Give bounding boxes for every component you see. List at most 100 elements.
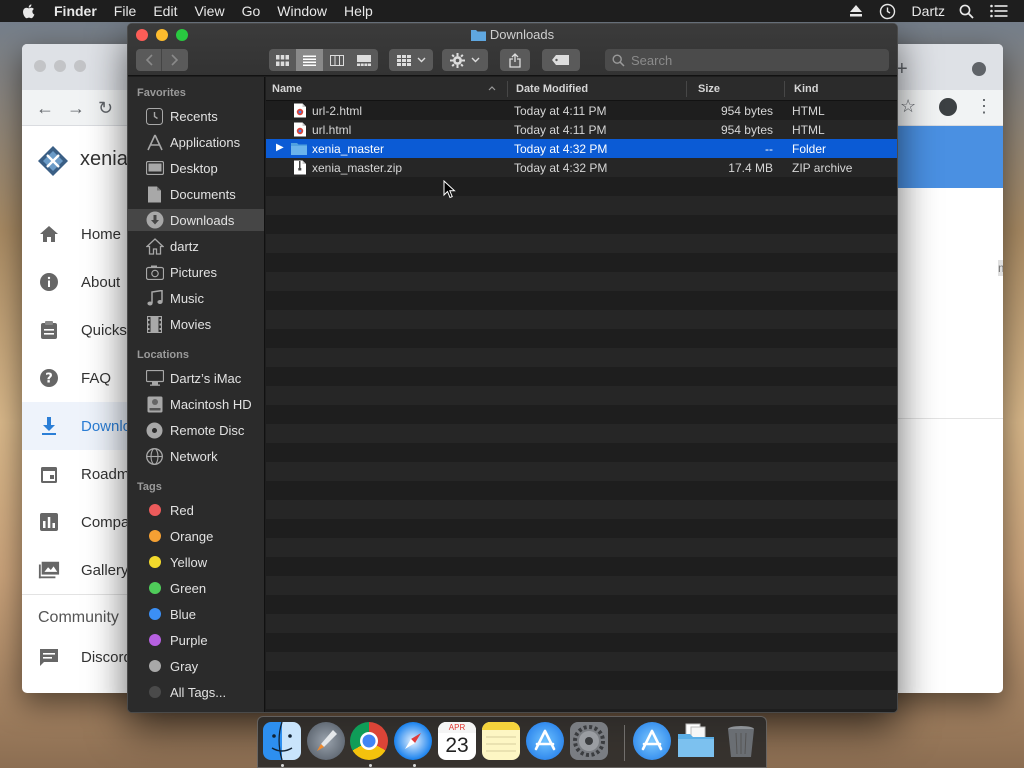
finder-icon[interactable] [263,722,301,760]
sidebar-item-remote-disc[interactable]: Remote Disc [128,419,264,441]
list-view-button[interactable] [296,49,323,71]
calendar-month: APR [438,722,476,733]
file-row[interactable]: url-2.html Today at 4:11 PM 954 bytes HTML [266,101,897,120]
sidebar-item-applications[interactable]: Applications [128,131,264,153]
share-button[interactable] [500,49,530,71]
menu-go[interactable]: Go [242,3,261,19]
back-button[interactable] [136,49,162,71]
sidebar-item-movies[interactable]: Movies [128,313,264,335]
group-icon [396,54,411,66]
file-date-modified: Today at 4:11 PM [514,104,607,118]
menu-app-name[interactable]: Finder [54,3,97,19]
group-by-button[interactable] [389,49,433,71]
disclosure-triangle-icon[interactable]: ▶ [276,142,284,153]
empty-row [266,500,897,519]
sidebar-tag-purple[interactable]: Purple [128,629,264,651]
sidebar-tag-orange[interactable]: Orange [128,525,264,547]
column-divider[interactable] [686,81,687,97]
sidebar-item-documents[interactable]: Documents [128,183,264,205]
menu-edit[interactable]: Edit [153,3,177,19]
file-row[interactable]: xenia_master.zip Today at 4:32 PM 17.4 MB Z… [266,158,897,177]
column-view-button[interactable] [323,49,350,71]
running-indicator [413,764,416,767]
downloads-folder-icon[interactable] [677,722,715,760]
gallery-view-button[interactable] [350,49,378,71]
sidebar-item-music[interactable]: Music [128,287,264,309]
empty-row [266,424,897,443]
column-divider[interactable] [784,81,785,97]
menu-user-name[interactable]: Dartz [912,3,945,19]
apple-icon[interactable] [20,2,38,20]
tag-color-dot-icon [145,683,164,702]
system-preferences-icon[interactable] [570,722,608,760]
calendar-icon[interactable]: APR 23 [438,722,476,760]
notification-center-icon[interactable] [990,4,1008,18]
sidebar-item-label: Red [170,502,194,518]
column-kind-header[interactable]: Kind [794,83,818,95]
menu-view[interactable]: View [194,3,224,19]
launchpad-icon[interactable] [307,722,345,760]
sidebar-item-label: Orange [170,528,214,544]
sidebar-item-downloads[interactable]: Downloads [128,209,264,231]
column-size-header[interactable]: Size [698,83,720,95]
sidebar-item-pictures[interactable]: Pictures [128,261,264,283]
safari-icon[interactable] [394,722,432,760]
empty-row [266,614,897,633]
sidebar-item-label: Purple [170,632,208,648]
forward-button[interactable] [162,49,188,71]
browser-profile-menu-icon[interactable] [972,62,986,76]
sidebar-item-imac[interactable]: Dartz’s iMac [128,367,264,389]
sidebar-item-recents[interactable]: Recents [128,105,264,127]
dock: APR 23 [257,716,767,768]
icon-view-button[interactable] [269,49,296,71]
sidebar-item-network[interactable]: Network [128,445,264,467]
desktop-icon [145,159,164,178]
disc-icon [145,421,164,440]
profile-avatar-icon[interactable] [939,98,957,116]
site-nav-label: Discord [81,648,132,666]
column-date-header[interactable]: Date Modified [516,83,588,95]
site-name[interactable]: xenia [80,148,128,171]
app-store-icon[interactable] [526,722,564,760]
search-field[interactable]: Search [605,49,889,71]
menu-help[interactable]: Help [344,3,373,19]
back-icon[interactable]: ← [36,98,54,119]
sidebar-item-desktop[interactable]: Desktop [128,157,264,179]
file-row[interactable]: url.html Today at 4:11 PM 954 bytes HTML [266,120,897,139]
browser-menu-icon[interactable]: ⋮ [975,96,993,117]
browser-close-button[interactable] [34,60,46,72]
sort-ascending-icon[interactable] [488,86,496,91]
edit-tags-button[interactable] [542,49,580,71]
sidebar-item-home[interactable]: dartz [128,235,264,257]
column-name-header[interactable]: Name [272,83,302,95]
trash-icon[interactable] [722,722,760,760]
notes-icon[interactable] [482,722,520,760]
bookmark-star-icon[interactable]: ☆ [900,96,916,117]
chevron-down-icon [417,57,425,63]
forward-icon[interactable]: → [67,98,85,119]
spotlight-icon[interactable] [959,4,974,19]
sidebar-tag-gray[interactable]: Gray [128,655,264,677]
sidebar-tag-red[interactable]: Red [128,499,264,521]
sidebar-item-macintosh-hd[interactable]: Macintosh HD [128,393,264,415]
reload-icon[interactable]: ↻ [98,98,113,119]
menu-file[interactable]: File [114,3,137,19]
eject-icon[interactable] [849,5,863,17]
sidebar-tag-yellow[interactable]: Yellow [128,551,264,573]
time-machine-icon[interactable] [879,3,896,20]
site-header-bar [898,126,1003,188]
sidebar-tag-blue[interactable]: Blue [128,603,264,625]
column-divider[interactable] [507,81,508,97]
sidebar-tag-all-tags[interactable]: All Tags... [128,681,264,703]
empty-row [266,633,897,652]
file-row[interactable]: ▶ xenia_master Today at 4:32 PM -- Folder [266,139,897,158]
sidebar-tag-green[interactable]: Green [128,577,264,599]
chrome-icon[interactable] [350,722,388,760]
empty-row [266,196,897,215]
browser-minimize-button[interactable] [54,60,66,72]
action-button[interactable] [442,49,488,71]
browser-zoom-button[interactable] [74,60,86,72]
columns-icon [329,54,344,66]
applications-folder-icon[interactable] [633,722,671,760]
menu-window[interactable]: Window [277,3,327,19]
